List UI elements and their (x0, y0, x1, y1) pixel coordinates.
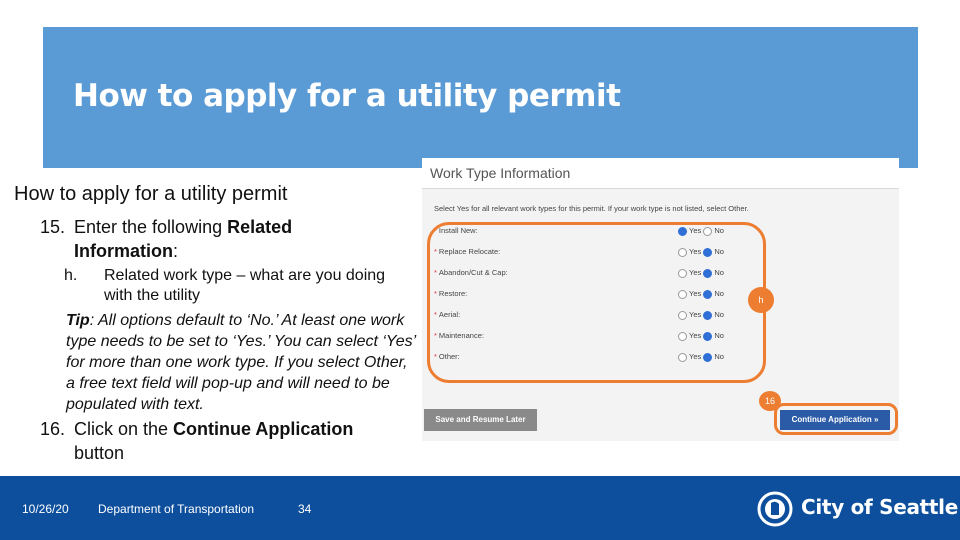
step-text: button (74, 443, 125, 463)
step-bold-text: Information (74, 241, 173, 261)
continue-button-highlight (774, 403, 898, 435)
city-of-seattle-logo: City of Seattle (801, 495, 959, 519)
form-instruction: Select Yes for all relevant work types f… (434, 204, 749, 213)
sub-item-text: Related work type – what are you doing w… (104, 267, 386, 304)
sub-item-h: h. Related work type – what are you doin… (64, 266, 416, 306)
step-text: : (173, 241, 179, 261)
step-16: 16. Click on the Continue Application but… (40, 417, 353, 465)
step-number: 15. (40, 217, 66, 237)
section-heading: How to apply for a utility permit (14, 183, 288, 205)
work-type-highlight (427, 222, 766, 383)
tip-text: : All options default to ‘No.’ At least … (66, 312, 416, 413)
footer-date: 10/26/20 (22, 502, 69, 516)
page-number: 34 (298, 502, 312, 516)
tip-label: Tip (66, 312, 90, 329)
step-15: 15. Enter the following Related Informati… (40, 215, 292, 263)
callout-badge-16: 16 (759, 391, 781, 411)
step-text: Enter the following (74, 217, 228, 237)
step-number: 16. (40, 419, 66, 439)
step-bold-text: Continue Application (173, 419, 354, 439)
footer-department: Department of Transportation (98, 502, 255, 516)
callout-badge-h: h (748, 287, 774, 313)
sub-item-letter: h. (64, 267, 78, 284)
city-seal-icon (757, 491, 793, 527)
page-title: How to apply for a utility permit (73, 78, 621, 114)
save-and-resume-button[interactable]: Save and Resume Later (424, 409, 537, 431)
step-bold-text: Related (227, 217, 293, 237)
form-header: Work Type Information (422, 158, 899, 189)
tip-note: Tip: All options default to ‘No.’ At lea… (66, 310, 416, 415)
step-text: Click on the (74, 419, 174, 439)
form-header-title: Work Type Information (430, 165, 571, 181)
